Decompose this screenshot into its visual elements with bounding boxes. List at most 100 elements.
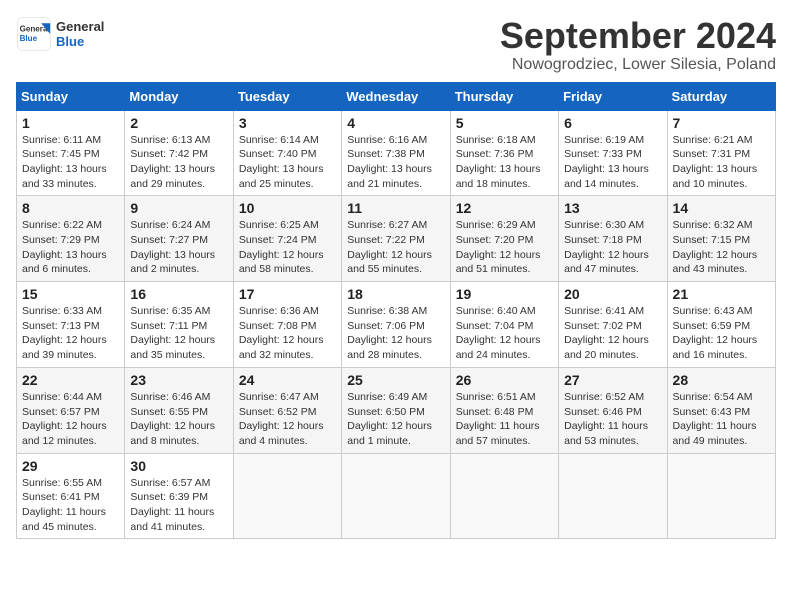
day-info: Sunrise: 6:24 AM Sunset: 7:27 PM Dayligh… — [130, 218, 227, 277]
day-number: 6 — [564, 115, 661, 131]
day-number: 23 — [130, 372, 227, 388]
calendar-cell: 13Sunrise: 6:30 AM Sunset: 7:18 PM Dayli… — [559, 196, 667, 282]
calendar-cell: 14 Sunrise: 6:32 AM Sunset: 7:15 PM Dayli… — [667, 196, 775, 282]
day-number: 8 — [22, 200, 119, 216]
title-area: September 2024 Nowogrodziec, Lower Siles… — [500, 16, 776, 74]
calendar-cell: 24 Sunrise: 6:47 AM Sunset: 6:52 PM Dayli… — [233, 367, 341, 453]
day-number: 5 — [456, 115, 553, 131]
day-info: Sunrise: 6:29 AM Sunset: 7:20 PM Dayligh… — [456, 218, 553, 277]
calendar-cell: 12 Sunrise: 6:29 AM Sunset: 7:20 PM Dayli… — [450, 196, 558, 282]
calendar-cell: 15 Sunrise: 6:33 AM Sunset: 7:13 PM Dayli… — [17, 282, 125, 368]
day-info: Sunrise: 6:25 AM Sunset: 7:24 PM Dayligh… — [239, 218, 336, 277]
calendar-cell: 7 Sunrise: 6:21 AM Sunset: 7:31 PM Daylig… — [667, 110, 775, 196]
day-info: Sunrise: 6:46 AM Sunset: 6:55 PM Dayligh… — [130, 390, 227, 449]
day-number: 27 — [564, 372, 661, 388]
calendar-cell — [559, 453, 667, 539]
calendar-cell — [667, 453, 775, 539]
day-info: Sunrise: 6:35 AM Sunset: 7:11 PM Dayligh… — [130, 304, 227, 363]
day-info: Sunrise: 6:41 AM Sunset: 7:02 PM Dayligh… — [564, 304, 661, 363]
calendar-cell: 25 Sunrise: 6:49 AM Sunset: 6:50 PM Dayli… — [342, 367, 450, 453]
calendar-cell: 3 Sunrise: 6:14 AM Sunset: 7:40 PM Daylig… — [233, 110, 341, 196]
day-info: Sunrise: 6:47 AM Sunset: 6:52 PM Dayligh… — [239, 390, 336, 449]
day-number: 17 — [239, 286, 336, 302]
day-number: 29 — [22, 458, 119, 474]
weekday-header-row: SundayMondayTuesdayWednesdayThursdayFrid… — [17, 82, 776, 110]
weekday-header-sunday: Sunday — [17, 82, 125, 110]
day-info: Sunrise: 6:18 AM Sunset: 7:36 PM Dayligh… — [456, 133, 553, 192]
day-info: Sunrise: 6:22 AM Sunset: 7:29 PM Dayligh… — [22, 218, 119, 277]
day-info: Sunrise: 6:54 AM Sunset: 6:43 PM Dayligh… — [673, 390, 770, 449]
weekday-header-saturday: Saturday — [667, 82, 775, 110]
day-info: Sunrise: 6:51 AM Sunset: 6:48 PM Dayligh… — [456, 390, 553, 449]
day-info: Sunrise: 6:49 AM Sunset: 6:50 PM Dayligh… — [347, 390, 444, 449]
logo-general-text: General — [56, 19, 104, 34]
day-number: 9 — [130, 200, 227, 216]
day-number: 3 — [239, 115, 336, 131]
calendar-table: SundayMondayTuesdayWednesdayThursdayFrid… — [16, 82, 776, 540]
calendar-cell: 8 Sunrise: 6:22 AM Sunset: 7:29 PM Daylig… — [17, 196, 125, 282]
day-number: 12 — [456, 200, 553, 216]
day-info: Sunrise: 6:38 AM Sunset: 7:06 PM Dayligh… — [347, 304, 444, 363]
calendar-cell: 10 Sunrise: 6:25 AM Sunset: 7:24 PM Dayli… — [233, 196, 341, 282]
day-info: Sunrise: 6:27 AM Sunset: 7:22 PM Dayligh… — [347, 218, 444, 277]
weekday-header-monday: Monday — [125, 82, 233, 110]
day-number: 2 — [130, 115, 227, 131]
calendar-cell — [450, 453, 558, 539]
calendar-cell: 27 Sunrise: 6:52 AM Sunset: 6:46 PM Dayli… — [559, 367, 667, 453]
calendar-cell: 19Sunrise: 6:40 AM Sunset: 7:04 PM Dayli… — [450, 282, 558, 368]
week-row-5: 29Sunrise: 6:55 AM Sunset: 6:41 PM Dayli… — [17, 453, 776, 539]
day-number: 30 — [130, 458, 227, 474]
calendar-cell: 20Sunrise: 6:41 AM Sunset: 7:02 PM Dayli… — [559, 282, 667, 368]
logo-blue-text: Blue — [56, 34, 104, 49]
logo-icon: General Blue — [16, 16, 52, 52]
calendar-cell: 30 Sunrise: 6:57 AM Sunset: 6:39 PM Dayli… — [125, 453, 233, 539]
day-number: 15 — [22, 286, 119, 302]
day-info: Sunrise: 6:30 AM Sunset: 7:18 PM Dayligh… — [564, 218, 661, 277]
day-number: 16 — [130, 286, 227, 302]
day-info: Sunrise: 6:11 AM Sunset: 7:45 PM Dayligh… — [22, 133, 119, 192]
calendar-cell — [233, 453, 341, 539]
calendar-cell: 28Sunrise: 6:54 AM Sunset: 6:43 PM Dayli… — [667, 367, 775, 453]
logo: General Blue General Blue — [16, 16, 104, 52]
calendar-cell: 11 Sunrise: 6:27 AM Sunset: 7:22 PM Dayli… — [342, 196, 450, 282]
calendar-cell: 6 Sunrise: 6:19 AM Sunset: 7:33 PM Daylig… — [559, 110, 667, 196]
day-info: Sunrise: 6:19 AM Sunset: 7:33 PM Dayligh… — [564, 133, 661, 192]
calendar-cell: 4Sunrise: 6:16 AM Sunset: 7:38 PM Daylig… — [342, 110, 450, 196]
calendar-cell: 17 Sunrise: 6:36 AM Sunset: 7:08 PM Dayli… — [233, 282, 341, 368]
day-number: 11 — [347, 200, 444, 216]
day-info: Sunrise: 6:57 AM Sunset: 6:39 PM Dayligh… — [130, 476, 227, 535]
weekday-header-tuesday: Tuesday — [233, 82, 341, 110]
week-row-1: 1 Sunrise: 6:11 AM Sunset: 7:45 PM Daylig… — [17, 110, 776, 196]
day-number: 24 — [239, 372, 336, 388]
week-row-2: 8 Sunrise: 6:22 AM Sunset: 7:29 PM Daylig… — [17, 196, 776, 282]
day-info: Sunrise: 6:32 AM Sunset: 7:15 PM Dayligh… — [673, 218, 770, 277]
calendar-cell: 26 Sunrise: 6:51 AM Sunset: 6:48 PM Dayli… — [450, 367, 558, 453]
day-info: Sunrise: 6:13 AM Sunset: 7:42 PM Dayligh… — [130, 133, 227, 192]
calendar-cell: 22Sunrise: 6:44 AM Sunset: 6:57 PM Dayli… — [17, 367, 125, 453]
day-number: 7 — [673, 115, 770, 131]
day-number: 26 — [456, 372, 553, 388]
weekday-header-thursday: Thursday — [450, 82, 558, 110]
week-row-3: 15 Sunrise: 6:33 AM Sunset: 7:13 PM Dayli… — [17, 282, 776, 368]
day-info: Sunrise: 6:36 AM Sunset: 7:08 PM Dayligh… — [239, 304, 336, 363]
day-number: 22 — [22, 372, 119, 388]
day-number: 4 — [347, 115, 444, 131]
day-number: 14 — [673, 200, 770, 216]
day-info: Sunrise: 6:52 AM Sunset: 6:46 PM Dayligh… — [564, 390, 661, 449]
day-info: Sunrise: 6:33 AM Sunset: 7:13 PM Dayligh… — [22, 304, 119, 363]
weekday-header-friday: Friday — [559, 82, 667, 110]
day-number: 25 — [347, 372, 444, 388]
month-title: September 2024 — [500, 16, 776, 56]
day-number: 21 — [673, 286, 770, 302]
day-info: Sunrise: 6:14 AM Sunset: 7:40 PM Dayligh… — [239, 133, 336, 192]
day-info: Sunrise: 6:21 AM Sunset: 7:31 PM Dayligh… — [673, 133, 770, 192]
calendar-cell: 2 Sunrise: 6:13 AM Sunset: 7:42 PM Daylig… — [125, 110, 233, 196]
day-number: 10 — [239, 200, 336, 216]
calendar-cell: 18 Sunrise: 6:38 AM Sunset: 7:06 PM Dayli… — [342, 282, 450, 368]
calendar-cell: 29Sunrise: 6:55 AM Sunset: 6:41 PM Dayli… — [17, 453, 125, 539]
header: General Blue General Blue September 2024… — [16, 16, 776, 74]
day-number: 19 — [456, 286, 553, 302]
day-number: 1 — [22, 115, 119, 131]
location-title: Nowogrodziec, Lower Silesia, Poland — [500, 56, 776, 74]
day-number: 18 — [347, 286, 444, 302]
